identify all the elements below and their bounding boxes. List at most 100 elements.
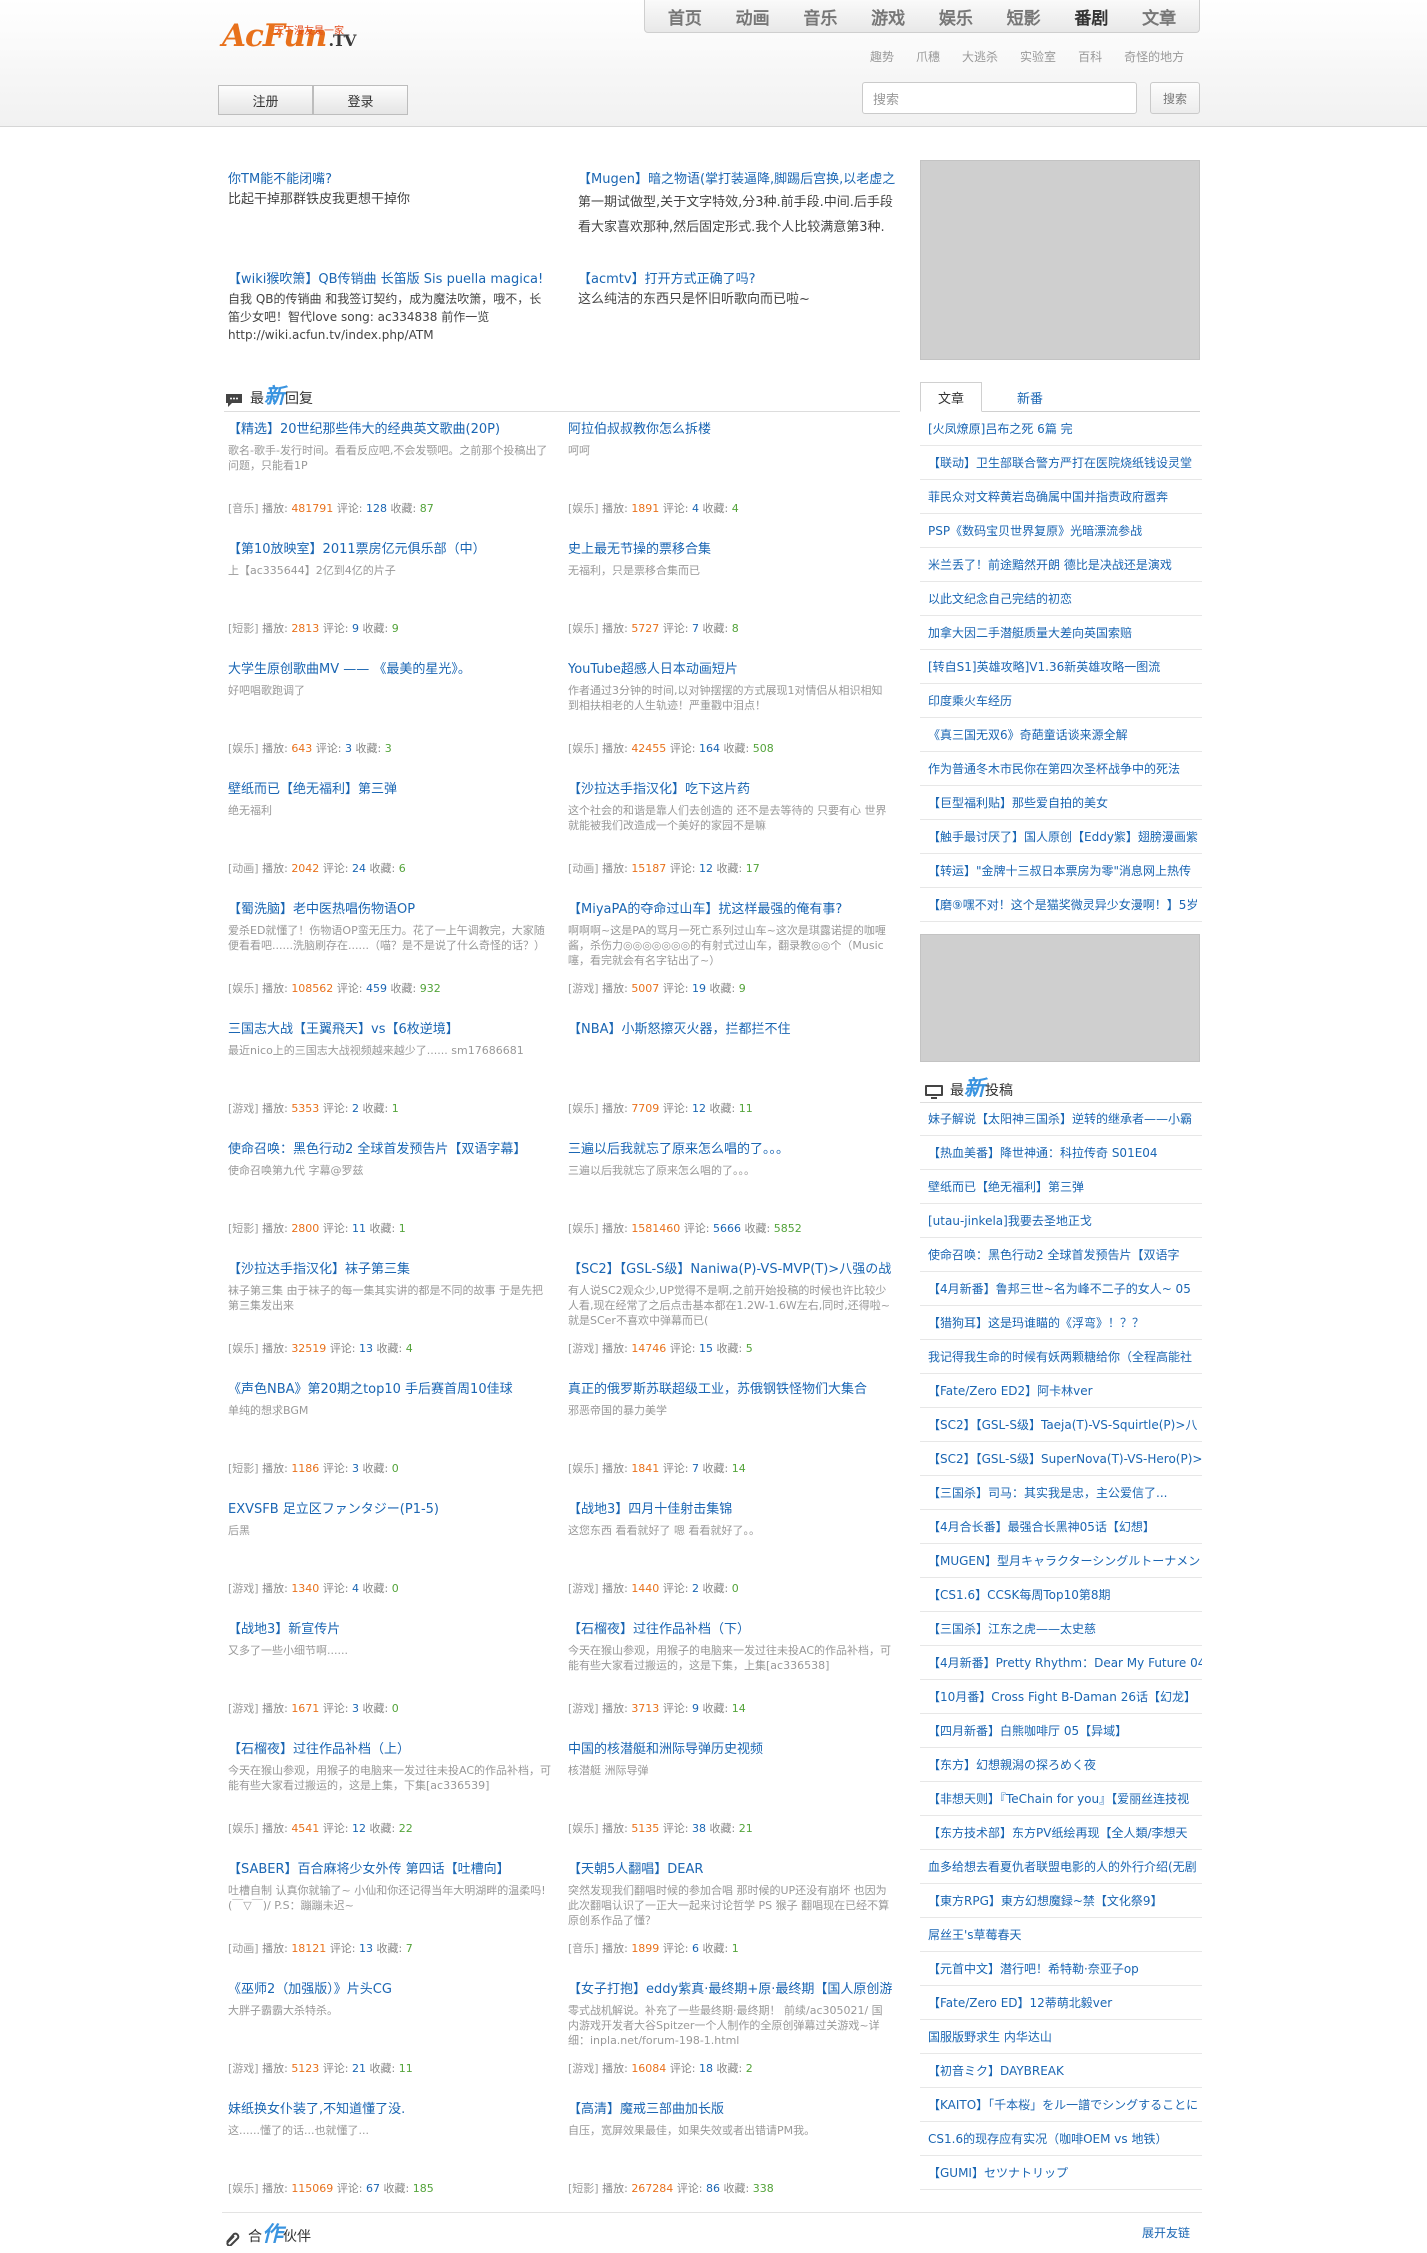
reply-title[interactable]: 【精选】20世纪那些伟大的经典英文歌曲(20P) — [228, 420, 553, 440]
category-tag[interactable]: [娱乐] — [228, 2182, 259, 2195]
nav-item[interactable]: 文章 — [1142, 4, 1176, 29]
nav-item[interactable]: 音乐 — [803, 4, 837, 29]
reply-card[interactable]: 中国的核潜艇和洲际导弹历史视频 核潜艇 洲际导弹 [娱乐] 播放: 5135 评论:… — [568, 1740, 893, 1850]
featured-item[interactable]: 【acmtv】打开方式正确了吗? 这么纯洁的东西只是怀旧听歌向而已啦~ — [578, 270, 908, 310]
category-tag[interactable]: [娱乐] — [568, 1462, 599, 1475]
list-item[interactable]: 加拿大因二手潜艇质量大差向英国索赔 — [920, 616, 1202, 650]
list-item[interactable]: [火凤燎原]吕布之死 6篇 完 — [920, 412, 1202, 446]
tab-articles[interactable]: 文章 — [920, 382, 982, 412]
category-tag[interactable]: [娱乐] — [568, 622, 599, 635]
list-item[interactable]: 【三国杀】江东之虎——太史慈 — [920, 1612, 1202, 1646]
list-item[interactable]: 我记得我生命的时候有妖两颗糖给你（全程高能社 — [920, 1340, 1202, 1374]
reply-title[interactable]: YouTube超感人日本动画短片 — [568, 660, 893, 680]
reply-title[interactable]: 妹纸换女仆装了,不知道懂了没. — [228, 2100, 553, 2120]
nav-item[interactable]: 游戏 — [871, 4, 905, 29]
reply-title[interactable]: 【战地3】新宣传片 — [228, 1620, 553, 1640]
category-tag[interactable]: [游戏] — [228, 1102, 259, 1115]
nav-item[interactable]: 短影 — [1007, 4, 1041, 29]
reply-title[interactable]: 中国的核潜艇和洲际导弹历史视频 — [568, 1740, 893, 1760]
reply-title[interactable]: 【MiyaPA的夺命过山车】扰这样最强的俺有事? — [568, 900, 893, 920]
category-tag[interactable]: [短影] — [228, 1462, 259, 1475]
list-item[interactable]: 壁纸而已【绝无福利】第三弹 — [920, 1170, 1202, 1204]
category-tag[interactable]: [短影] — [228, 1222, 259, 1235]
category-tag[interactable]: [游戏] — [568, 2062, 599, 2075]
reply-title[interactable]: 【沙拉达手指汉化】袜子第三集 — [228, 1260, 553, 1280]
reply-title[interactable]: 【石榴夜】过往作品补档（下） — [568, 1620, 893, 1640]
reply-title[interactable]: 三国志大战【王翼飛天】vs【6枚逆境】 — [228, 1020, 553, 1040]
reply-card[interactable]: 【NBA】小斯怒擦灭火器，拦都拦不住 [娱乐] 播放: 7709 评论: 12 收… — [568, 1020, 893, 1130]
category-tag[interactable]: [游戏] — [228, 2062, 259, 2075]
reply-title[interactable]: EXVSFB 足立区ファンタジー(P1-5) — [228, 1500, 553, 1520]
reply-card[interactable]: 使命召唤：黑色行动2 全球首发预告片【双语字幕】 使命召唤第九代 字幕@罗兹 [短影… — [228, 1140, 553, 1250]
list-item[interactable]: 【CS1.6】CCSK每周Top10第8期 — [920, 1578, 1202, 1612]
reply-card[interactable]: 《巫师2（加强版）》片头CG 大胖子霸霸大杀特杀。 [游戏] 播放: 5123 评论… — [228, 1980, 553, 2090]
reply-card[interactable]: 壁纸而已【绝无福利】第三弹 绝无福利 [动画] 播放: 2042 评论: 24 收藏… — [228, 780, 553, 890]
reply-title[interactable]: 【沙拉达手指汉化】吃下这片药 — [568, 780, 893, 800]
reply-card[interactable]: 【石榴夜】过往作品补档（上） 今天在猴山参观，用猴子的电脑来一发过往未投AC的作品… — [228, 1740, 553, 1850]
reply-title[interactable]: 【战地3】四月十佳射击集锦 — [568, 1500, 893, 1520]
category-tag[interactable]: [游戏] — [568, 1582, 599, 1595]
reply-title[interactable]: 【SABER】百合麻将少女外传 第四话【吐槽向】 — [228, 1860, 553, 1880]
category-tag[interactable]: [娱乐] — [568, 742, 599, 755]
reply-title[interactable]: 三遍以后我就忘了原来怎么唱的了。。。 — [568, 1140, 893, 1160]
category-tag[interactable]: [娱乐] — [568, 1222, 599, 1235]
reply-card[interactable]: 【战地3】四月十佳射击集锦 这您东西 看看就好了 嗯 看看就好了。。 [游戏] 播放… — [568, 1500, 893, 1610]
list-item[interactable]: 【4月新番】Pretty Rhythm：Dear My Future 04话 — [920, 1646, 1202, 1680]
category-tag[interactable]: [音乐] — [228, 502, 259, 515]
reply-card[interactable]: 【天朝5人翻唱】DEAR 突然发现我们翻唱时候的参加合唱 那时候的UP还没有崩坏 … — [568, 1860, 893, 1970]
list-item[interactable]: 【巨型福利贴】那些爱自拍的美女 — [920, 786, 1202, 820]
reply-card[interactable]: 【第10放映室】2011票房亿元俱乐部（中） 上【ac335644】2亿到4亿的片… — [228, 540, 553, 650]
reply-card[interactable]: 三遍以后我就忘了原来怎么唱的了。。。 三遍以后我就忘了原来怎么唱的了。。。 [娱乐]… — [568, 1140, 893, 1250]
reply-card[interactable]: 《声色NBA》第20期之top10 手后赛首周10佳球 单纯的想求BGM [短影] … — [228, 1380, 553, 1490]
list-item[interactable]: 血多给想去看夏仇者联盟电影的人的外行介绍(无剧 — [920, 1850, 1202, 1884]
ad-banner-top[interactable] — [920, 160, 1200, 360]
category-tag[interactable]: [游戏] — [568, 982, 599, 995]
featured-item[interactable]: 【wiki猴吹箫】QB传销曲 长笛版 Sis puella magica! 自我… — [228, 270, 546, 344]
login-button[interactable]: 登录 — [313, 85, 408, 115]
list-item[interactable]: PSP《数码宝贝世界复原》光暗漂流参战 — [920, 514, 1202, 548]
reply-title[interactable]: 【NBA】小斯怒擦灭火器，拦都拦不住 — [568, 1020, 893, 1040]
category-tag[interactable]: [娱乐] — [228, 1822, 259, 1835]
nav-item[interactable]: 番剧 — [1074, 4, 1108, 29]
expand-links-button[interactable]: 展开友链 — [1142, 2224, 1190, 2241]
list-item[interactable]: 使命召唤：黑色行动2 全球首发预告片【双语字 — [920, 1238, 1202, 1272]
list-item[interactable]: 【KAITO】「千本桜」をル一譜でシングすることにト — [920, 2088, 1202, 2122]
reply-title[interactable]: 阿拉伯叔叔教你怎么拆楼 — [568, 420, 893, 440]
reply-card[interactable]: 真正的俄罗斯苏联超级工业，苏俄钢铁怪物们大集合 邪恶帝国的暴力美学 [娱乐] 播放:… — [568, 1380, 893, 1490]
reply-card[interactable]: EXVSFB 足立区ファンタジー(P1-5) 后黑 [游戏] 播放: 1340 评论… — [228, 1500, 553, 1610]
nav-item[interactable]: 娱乐 — [939, 4, 973, 29]
category-tag[interactable]: [短影] — [568, 2182, 599, 2195]
subnav-item[interactable]: 百科 — [1078, 48, 1102, 65]
category-tag[interactable]: [动画] — [228, 862, 259, 875]
list-item[interactable]: 以此文纪念自己完结的初恋 — [920, 582, 1202, 616]
list-item[interactable]: 菲民众对文粹黄岩岛确属中国并指责政府嚣奔 — [920, 480, 1202, 514]
category-tag[interactable]: [动画] — [568, 862, 599, 875]
list-item[interactable]: 【元首中文】潜行吧！希特勒·奈亚子op — [920, 1952, 1202, 1986]
category-tag[interactable]: [娱乐] — [568, 1102, 599, 1115]
list-item[interactable]: 【SC2】【GSL-S级】SuperNova(T)-VS-Hero(P)> — [920, 1442, 1202, 1476]
category-tag[interactable]: [游戏] — [568, 1342, 599, 1355]
search-button[interactable]: 搜索 — [1150, 82, 1200, 114]
reply-title[interactable]: 大学生原创歌曲MV —— 《最美的星光》。 — [228, 660, 553, 680]
featured-title[interactable]: 你TM能不能闭嘴? — [228, 170, 558, 190]
list-item[interactable]: 【转运】"金牌十三叔日本票房为零"消息网上热传 — [920, 854, 1202, 888]
subnav-item[interactable]: 奇怪的地方 — [1124, 48, 1184, 65]
reply-title[interactable]: 使命召唤：黑色行动2 全球首发预告片【双语字幕】 — [228, 1140, 553, 1160]
featured-item[interactable]: 【Mugen】暗之物语(掌打装逼降,脚踢后宫换,以老虚之 第一期试做型,关于文字… — [578, 170, 898, 240]
reply-card[interactable]: 【石榴夜】过往作品补档（下） 今天在猴山参观，用猴子的电脑来一发过往未投AC的作品… — [568, 1620, 893, 1730]
list-item[interactable]: 国服版野求生 内华达山 — [920, 2020, 1202, 2054]
list-item[interactable]: 【三国杀】司马：其实我是忠，主公爱信了... — [920, 1476, 1202, 1510]
reply-card[interactable]: 【蜀洗脑】老中医热唱伤物语OP 爱杀ED就懂了！伤物语OP蛮无压力。花了一上午调教… — [228, 900, 553, 1010]
reply-title[interactable]: 真正的俄罗斯苏联超级工业，苏俄钢铁怪物们大集合 — [568, 1380, 893, 1400]
reply-card[interactable]: YouTube超感人日本动画短片 作者通过3分钟的时间,以对钟摆摆的方式展现1对情… — [568, 660, 893, 770]
category-tag[interactable]: [短影] — [228, 622, 259, 635]
list-item[interactable]: 印度乘火车经历 — [920, 684, 1202, 718]
list-item[interactable]: 【非想天则】『TeChain for you』【爱丽丝连技视 — [920, 1782, 1202, 1816]
list-item[interactable]: 【10月番】Cross Fight B-Daman 26话【幻龙】 — [920, 1680, 1202, 1714]
site-logo[interactable]: AcFun .TV 天下漫友是一家 — [222, 19, 356, 58]
tab-new-anime[interactable]: 新番 — [1000, 382, 1060, 412]
reply-title[interactable]: 【高清】魔戒三部曲加长版 — [568, 2100, 893, 2120]
subnav-item[interactable]: 趣势 — [870, 48, 894, 65]
reply-card[interactable]: 妹纸换女仆装了,不知道懂了没. 这......懂了的话...也就懂了... [娱乐]… — [228, 2100, 553, 2210]
list-item[interactable]: [utau-jinkela]我要去圣地正戈 — [920, 1204, 1202, 1238]
